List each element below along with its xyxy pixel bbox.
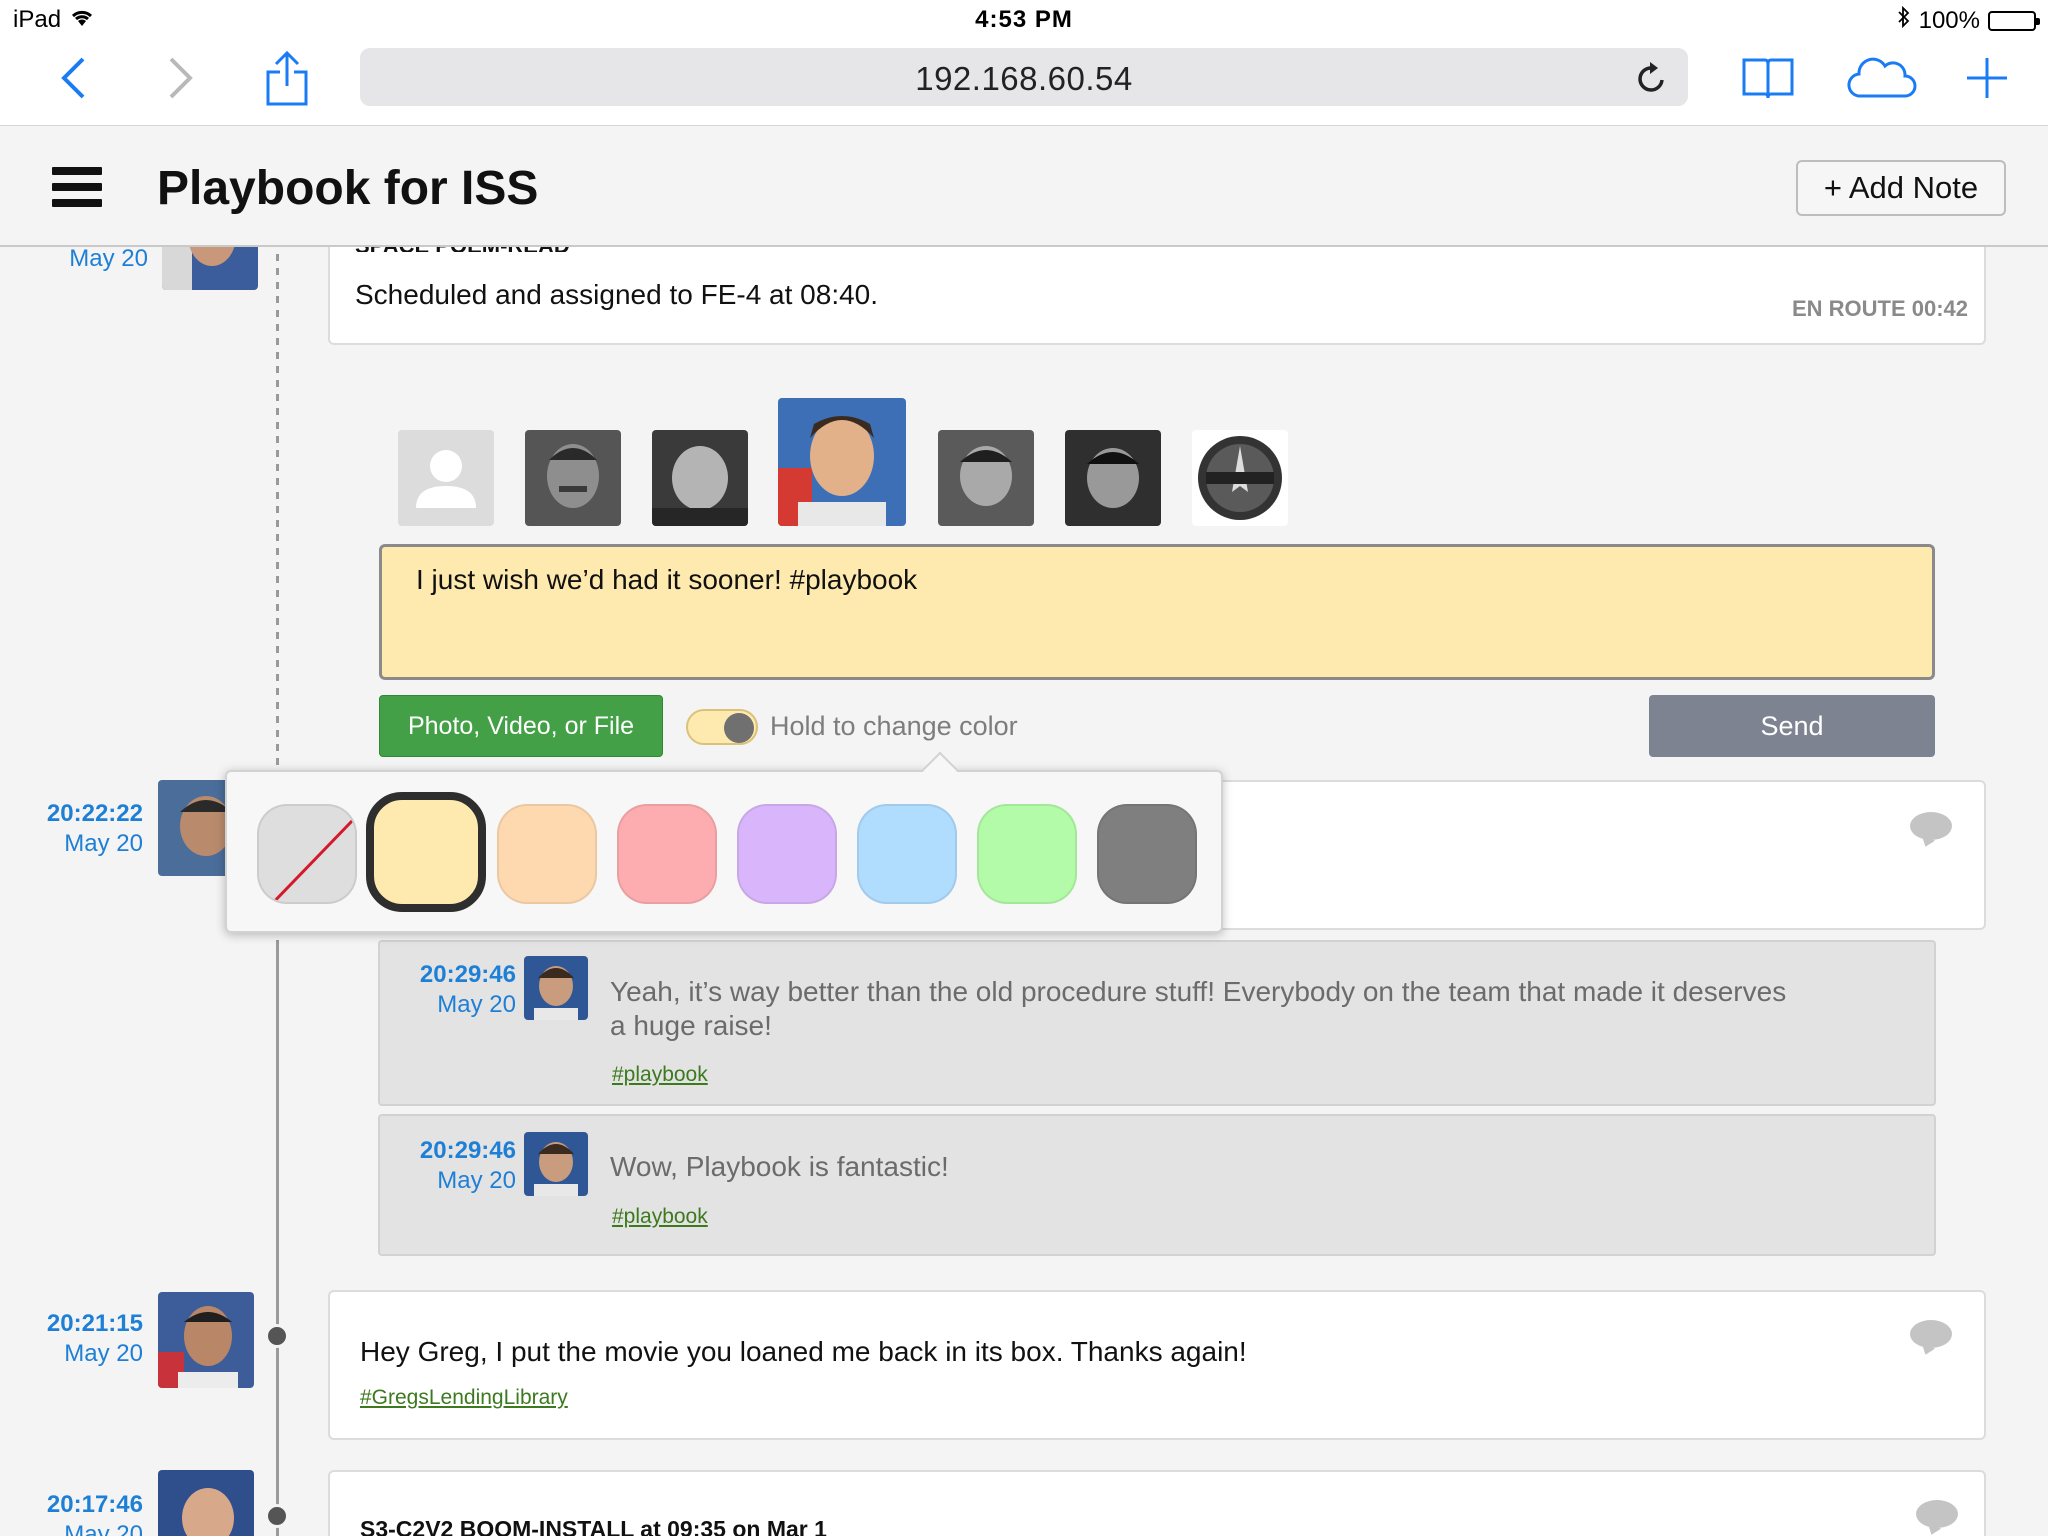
reply-time: 20:29:46 — [419, 961, 516, 988]
entry-time: 20:17:46 — [46, 1491, 143, 1518]
entry-time: 20:21:15 — [46, 1310, 143, 1337]
recipient-avatar[interactable] — [652, 430, 748, 526]
toggle-knob — [724, 713, 754, 743]
menu-button[interactable] — [52, 167, 102, 207]
status-badge: EN ROUTE 00:42 — [1791, 296, 1968, 321]
status-right: 100% — [1897, 5, 2040, 35]
timeline-line-dashed — [276, 240, 279, 780]
reply-timestamp: 20:29:46 May 20 — [390, 960, 516, 1020]
recipient-avatar[interactable] — [938, 430, 1034, 526]
user-placeholder-icon — [398, 430, 494, 526]
color-toggle[interactable] — [686, 709, 758, 745]
avatar — [524, 1132, 588, 1196]
url-text: 192.168.60.54 — [915, 60, 1133, 97]
note-card[interactable]: Hey Greg, I put the movie you loaned me … — [328, 1290, 1986, 1440]
book-icon — [1742, 58, 1794, 99]
color-hint: Hold to change color — [770, 711, 1018, 741]
task-card[interactable]: S3-C2V2 BOOM-INSTALL at 09:35 on Mar 1 — [328, 1470, 1986, 1536]
reply-date: May 20 — [437, 991, 516, 1018]
entry-date: May 20 — [64, 1521, 143, 1536]
timeline-dot — [265, 1324, 289, 1348]
app-header: Playbook for ISS + Add Note — [0, 127, 2048, 247]
flight-operations-logo-icon — [1192, 430, 1288, 526]
avatar — [158, 1292, 254, 1388]
battery-icon — [1988, 10, 2040, 31]
chevron-left-icon — [61, 57, 85, 99]
page-title: Playbook for ISS — [157, 162, 539, 215]
hashtag-link[interactable]: #playbook — [612, 1205, 708, 1229]
timeline-line — [276, 940, 279, 1536]
avatar — [158, 1470, 254, 1536]
add-note-button[interactable]: + Add Note — [1796, 160, 2006, 216]
attach-file-button[interactable]: Photo, Video, or File — [379, 695, 663, 757]
browser-toolbar: 192.168.60.54 — [0, 40, 2048, 126]
cloud-icon — [1847, 57, 1917, 98]
icloud-tabs-button[interactable] — [1846, 48, 1918, 108]
reply-card[interactable]: 20:29:46 May 20 Wow, Playbook is fantast… — [378, 1114, 1936, 1256]
entry-timestamp: 20:21:15 May 20 — [20, 1309, 143, 1369]
reload-icon — [1638, 62, 1664, 92]
note-card[interactable] — [1200, 780, 1986, 930]
send-button[interactable]: Send — [1649, 695, 1935, 757]
task-text: Scheduled and assigned to FE-4 at 08:40. — [355, 279, 879, 310]
plus-icon — [1967, 58, 2007, 98]
clock: 4:53 PM — [975, 6, 1073, 33]
hashtag-link[interactable]: #playbook — [612, 1063, 708, 1087]
color-swatch-none[interactable] — [257, 804, 357, 904]
chevron-right-icon — [169, 57, 193, 99]
color-swatch-red[interactable] — [617, 804, 717, 904]
recipient-avatar-selected[interactable] — [778, 398, 906, 526]
entry-timestamp: 20:22:22 May 20 — [20, 799, 143, 859]
entry-time: 20:22:22 — [46, 800, 143, 827]
new-tab-button[interactable] — [1962, 48, 2012, 108]
color-swatch-blue[interactable] — [857, 804, 957, 904]
address-bar[interactable]: 192.168.60.54 — [360, 48, 1688, 106]
hashtag-link[interactable]: #GregsLendingLibrary — [360, 1386, 568, 1410]
reply-time: 20:29:46 — [419, 1137, 516, 1164]
color-swatch-gray[interactable] — [1097, 804, 1197, 904]
share-icon — [266, 50, 308, 106]
status-bar: iPad 4:53 PM 100% — [0, 0, 2048, 40]
recipient-generic[interactable] — [398, 430, 494, 526]
recipient-avatar[interactable] — [1065, 430, 1161, 526]
reply-timestamp: 20:29:46 May 20 — [390, 1136, 516, 1196]
entry-timestamp: 20:17:46 May 20 — [20, 1490, 143, 1536]
comment-icon[interactable] — [1910, 1320, 1952, 1348]
timeline-dot — [265, 1504, 289, 1528]
comment-icon[interactable] — [1910, 812, 1952, 840]
bookmarks-button[interactable] — [1740, 48, 1796, 108]
comment-icon[interactable] — [1916, 1500, 1958, 1528]
color-swatch-purple[interactable] — [737, 804, 837, 904]
entry-date: May 20 — [64, 830, 143, 857]
color-swatch-green[interactable] — [977, 804, 1077, 904]
entry-date: May 20 — [69, 245, 148, 272]
reply-date: May 20 — [437, 1167, 516, 1194]
menu-icon — [52, 167, 102, 175]
note-text: Hey Greg, I put the movie you loaned me … — [360, 1336, 1247, 1367]
back-button[interactable] — [48, 48, 98, 108]
reload-button[interactable] — [1636, 60, 1668, 99]
reply-card[interactable]: 20:29:46 May 20 Yeah, it’s way better th… — [378, 940, 1936, 1106]
reply-text: Yeah, it’s way better than the old proce… — [610, 976, 1787, 1041]
note-input[interactable]: I just wish we’d had it sooner! #playboo… — [379, 544, 1935, 680]
entry-date: May 20 — [64, 1340, 143, 1367]
color-picker-popover — [225, 751, 1223, 933]
battery-percent: 100% — [1918, 6, 1980, 34]
share-button[interactable] — [262, 48, 312, 108]
entry-timestamp: May 20 — [30, 244, 148, 274]
task-title: S3-C2V2 BOOM-INSTALL at 09:35 on Mar 1 — [360, 1516, 827, 1536]
recipient-flight-operations[interactable] — [1192, 430, 1288, 526]
avatar — [524, 956, 588, 1020]
color-swatch-orange[interactable] — [497, 804, 597, 904]
reply-text: Wow, Playbook is fantastic! — [610, 1151, 949, 1182]
bluetooth-icon — [1897, 5, 1911, 35]
forward-button[interactable] — [156, 48, 206, 108]
recipient-avatar[interactable] — [525, 430, 621, 526]
color-swatch-yellow[interactable] — [366, 792, 486, 912]
